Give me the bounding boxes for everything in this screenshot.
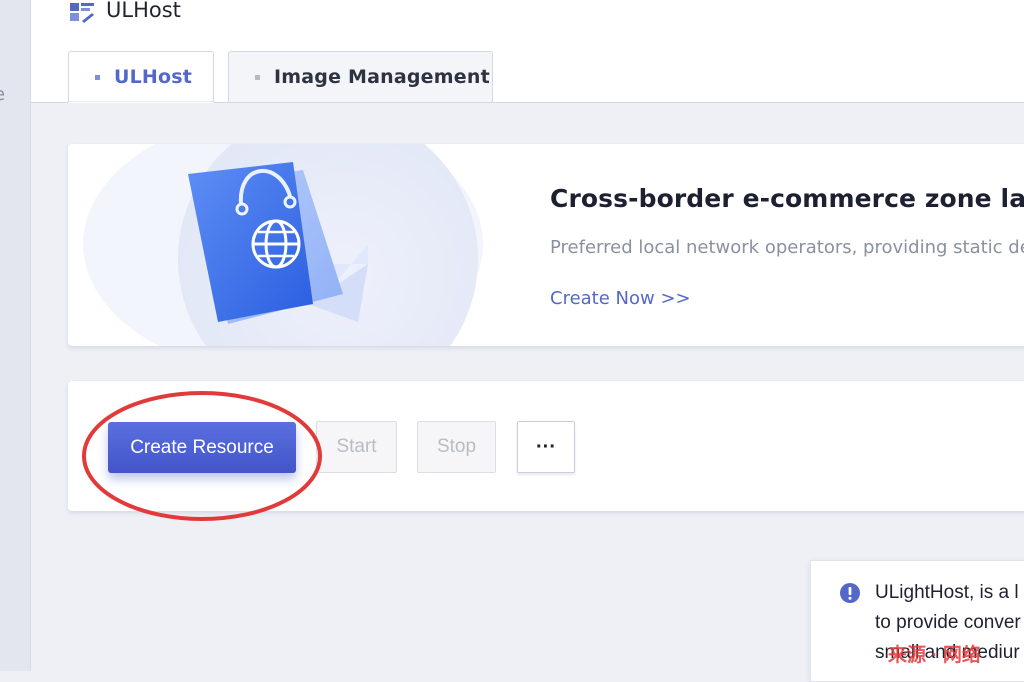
notice-line: ULightHost, is a l	[875, 582, 1019, 603]
start-button[interactable]: Start	[316, 421, 397, 473]
sidebar-clipped-text: e	[0, 84, 5, 105]
shopping-bag-globe-icon	[83, 144, 483, 346]
tab-label: ULHost	[114, 66, 193, 88]
notice-line: to provide conver	[875, 612, 1021, 633]
banner-subtitle: Preferred local network operators, provi…	[550, 237, 1024, 258]
create-resource-button[interactable]: Create Resource	[108, 422, 296, 473]
left-sidebar: e	[0, 0, 31, 671]
stop-button[interactable]: Stop	[417, 421, 496, 473]
tab-dot-icon	[255, 74, 260, 80]
info-icon	[840, 583, 860, 603]
tab-dot-icon	[95, 74, 100, 80]
app-header: ULHost	[70, 0, 181, 26]
watermark: 来源 · 网络	[888, 645, 981, 666]
create-now-link[interactable]: Create Now >>	[550, 288, 691, 309]
banner-title: Cross-border e-commerce zone lands st	[550, 184, 1024, 213]
app-title: ULHost	[106, 0, 181, 22]
more-actions-button[interactable]: ···	[517, 421, 575, 473]
tab-label: Image Management	[274, 66, 490, 88]
product-logo-icon	[70, 3, 94, 23]
promo-banner: Cross-border e-commerce zone lands st Pr…	[68, 144, 1024, 346]
tab-image-management[interactable]: Image Management	[228, 51, 493, 102]
tab-ulhost[interactable]: ULHost	[68, 51, 214, 103]
action-toolbar: Create Resource Start Stop ···	[68, 381, 1024, 511]
